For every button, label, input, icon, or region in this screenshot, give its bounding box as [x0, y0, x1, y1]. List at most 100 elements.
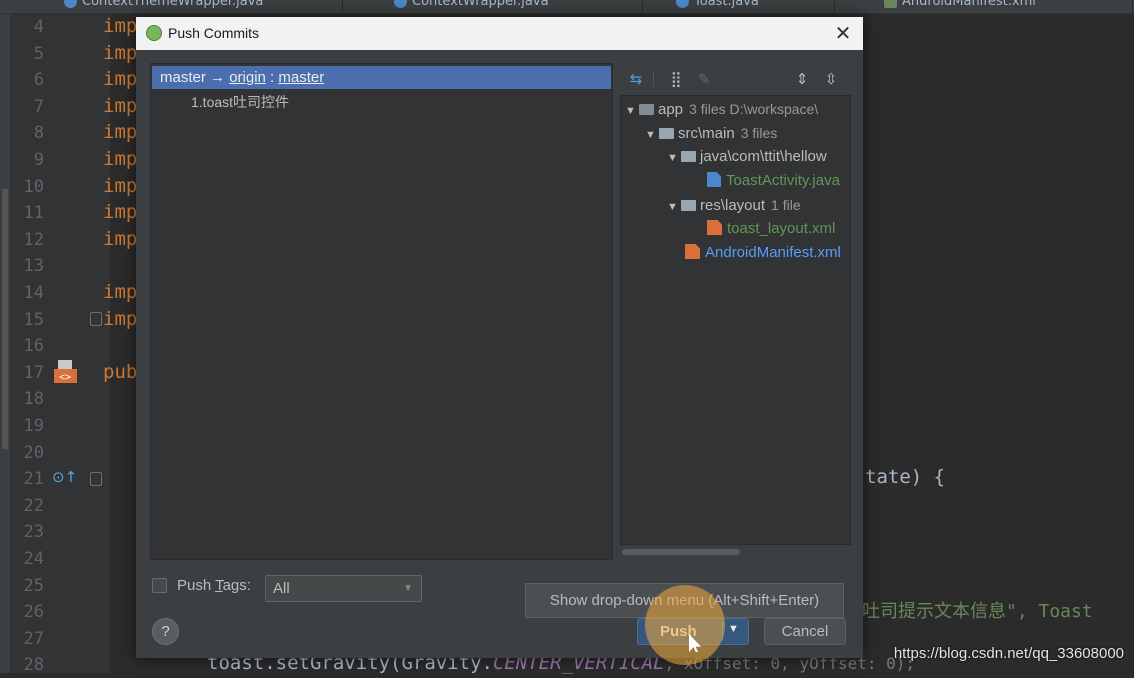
- code-toast-string: 吐司提示文本信息", Toast: [862, 601, 1093, 622]
- select-value: All: [273, 580, 290, 597]
- line-number: 17: [23, 362, 44, 383]
- java-class-icon: [64, 0, 77, 8]
- code-state-fragment: tate) {: [865, 466, 946, 488]
- close-tab-icon[interactable]: ×: [809, 0, 820, 4]
- expand-arrow-icon[interactable]: ▼: [625, 100, 639, 122]
- cancel-button[interactable]: Cancel: [764, 618, 846, 645]
- line-number: 9: [33, 150, 44, 170]
- tree-node-res-layout[interactable]: ▼ res\layout 1 file: [667, 194, 801, 216]
- line-number: 21: [23, 469, 44, 490]
- override-gutter-icon[interactable]: ⊙↑: [52, 468, 77, 488]
- line-number: 6: [33, 70, 44, 91]
- tree-node-label: toast_layout.xml: [727, 220, 836, 237]
- line-number: 26: [23, 602, 44, 623]
- horizontal-scrollbar[interactable]: [622, 547, 848, 557]
- push-tags-label[interactable]: Push Tags:: [177, 577, 251, 594]
- fold-marker-icon[interactable]: [90, 472, 102, 486]
- expand-all-icon[interactable]: ⇕: [792, 69, 812, 89]
- tree-node-label: app: [658, 101, 684, 118]
- branch-arrow: →: [205, 69, 230, 86]
- code-import: imp: [103, 307, 138, 330]
- java-class-icon: [394, 0, 407, 8]
- code-import: imp: [103, 121, 138, 144]
- group-by-icon[interactable]: ⣿: [666, 69, 686, 89]
- line-number: 20: [23, 442, 44, 463]
- dialog-title-bar[interactable]: Push Commits ✕: [136, 17, 863, 50]
- editor-tab-2[interactable]: ContextWrapper.java: [390, 0, 643, 12]
- folder-icon: [659, 128, 674, 139]
- editor-tab-3[interactable]: Toast.java×: [672, 0, 835, 12]
- chevron-down-icon: ▼: [403, 583, 413, 594]
- push-commits-dialog: Push Commits ✕ master → origin : master …: [136, 17, 863, 665]
- code-import: imp: [103, 227, 138, 250]
- line-number: 4: [33, 17, 44, 37]
- tree-node-meta: 1 file: [771, 197, 801, 213]
- tree-node-manifest[interactable]: AndroidManifest.xml: [685, 242, 841, 264]
- xml-layout-gutter-icon[interactable]: <>: [53, 360, 78, 384]
- tags-select[interactable]: All ▼: [265, 575, 422, 602]
- line-number: 25: [23, 575, 44, 596]
- tree-node-label: AndroidManifest.xml: [705, 244, 841, 261]
- label-part: Push: [177, 577, 216, 594]
- watermark: https://blog.csdn.net/qq_33608000: [893, 645, 1124, 662]
- line-number: 28: [23, 655, 44, 676]
- module-folder-icon: [639, 104, 654, 115]
- tree-node-meta: 3 files D:\workspace\: [689, 101, 819, 117]
- label-part: ags:: [222, 577, 251, 594]
- xml-file-icon: [884, 0, 897, 8]
- tree-node-toast-layout[interactable]: toast_layout.xml: [707, 218, 835, 240]
- scroll-thumb[interactable]: [2, 189, 8, 449]
- edit-source-icon[interactable]: ✎: [694, 69, 714, 89]
- editor-tab-1[interactable]: ContextThemeWrapper.java: [60, 0, 343, 12]
- branch-row[interactable]: master → origin : master: [152, 66, 611, 89]
- line-number: 14: [23, 283, 44, 303]
- tree-node-label: src\main: [678, 125, 735, 142]
- editor-tab-bar: ContextThemeWrapper.java ContextWrapper.…: [0, 0, 1134, 14]
- push-tags-checkbox[interactable]: [152, 578, 167, 593]
- line-number: 27: [23, 628, 44, 649]
- code-import: imp: [103, 281, 138, 303]
- manifest-file-icon: [685, 244, 700, 259]
- close-icon[interactable]: ✕: [833, 21, 853, 46]
- vertical-scrollbar[interactable]: [0, 14, 10, 673]
- tree-node-label: ToastActivity.java: [726, 172, 840, 189]
- collapse-all-icon[interactable]: ⇳: [821, 69, 841, 89]
- java-file-icon: [707, 172, 721, 187]
- line-number: 13: [23, 256, 44, 277]
- line-number: 7: [33, 96, 44, 117]
- tree-node-java-package[interactable]: ▼ java\com\ttit\hellow: [667, 146, 827, 168]
- expand-arrow-icon[interactable]: ▼: [645, 124, 659, 146]
- code-import: imp: [103, 68, 138, 91]
- android-studio-icon: [146, 25, 162, 41]
- expand-arrow-icon[interactable]: ▼: [667, 147, 681, 169]
- line-number: 24: [23, 549, 44, 569]
- files-tree: ▼ app 3 files D:\workspace\ ▼ src\main 3 fil…: [620, 95, 851, 545]
- line-number: 5: [33, 43, 44, 64]
- tree-node-app[interactable]: ▼ app 3 files D:\workspace\: [625, 98, 818, 120]
- commit-item[interactable]: 1.toast吐司控件: [191, 92, 289, 112]
- code-import: imp: [103, 94, 138, 117]
- local-branch: master: [160, 69, 206, 86]
- changed-files-panel: ⇆ ⣿ ✎ ⇕ ⇳ ▼ app 3 files D:\workspace\ ▼ src…: [620, 63, 851, 558]
- tree-node-toast-activity[interactable]: ToastActivity.java: [707, 170, 840, 192]
- close-tab-icon[interactable]: ×: [1107, 0, 1118, 4]
- show-diff-icon[interactable]: ⇆: [626, 69, 646, 89]
- scroll-thumb[interactable]: [622, 549, 740, 555]
- expand-arrow-icon[interactable]: ▼: [667, 196, 681, 218]
- tooltip: Show drop-down menu (Alt+Shift+Enter): [525, 583, 844, 618]
- editor-tab-4[interactable]: AndroidManifest.xml×: [880, 0, 1133, 12]
- files-toolbar: ⇆ ⣿ ✎ ⇕ ⇳: [620, 63, 849, 95]
- push-dropdown-icon[interactable]: ▼: [728, 623, 739, 635]
- help-button[interactable]: ?: [152, 618, 179, 645]
- code-import: imp: [103, 148, 138, 170]
- code-import: imp: [103, 201, 138, 224]
- line-number: 19: [23, 416, 44, 436]
- remote-link[interactable]: origin: [229, 69, 266, 86]
- xml-file-icon: [707, 220, 722, 235]
- code-public: pub: [103, 361, 138, 383]
- svg-text:<>: <>: [59, 372, 71, 383]
- fold-marker-icon[interactable]: [90, 312, 102, 326]
- code-import: imp: [103, 15, 138, 37]
- remote-branch-link[interactable]: master: [278, 69, 324, 86]
- tree-node-src-main[interactable]: ▼ src\main 3 files: [645, 122, 777, 144]
